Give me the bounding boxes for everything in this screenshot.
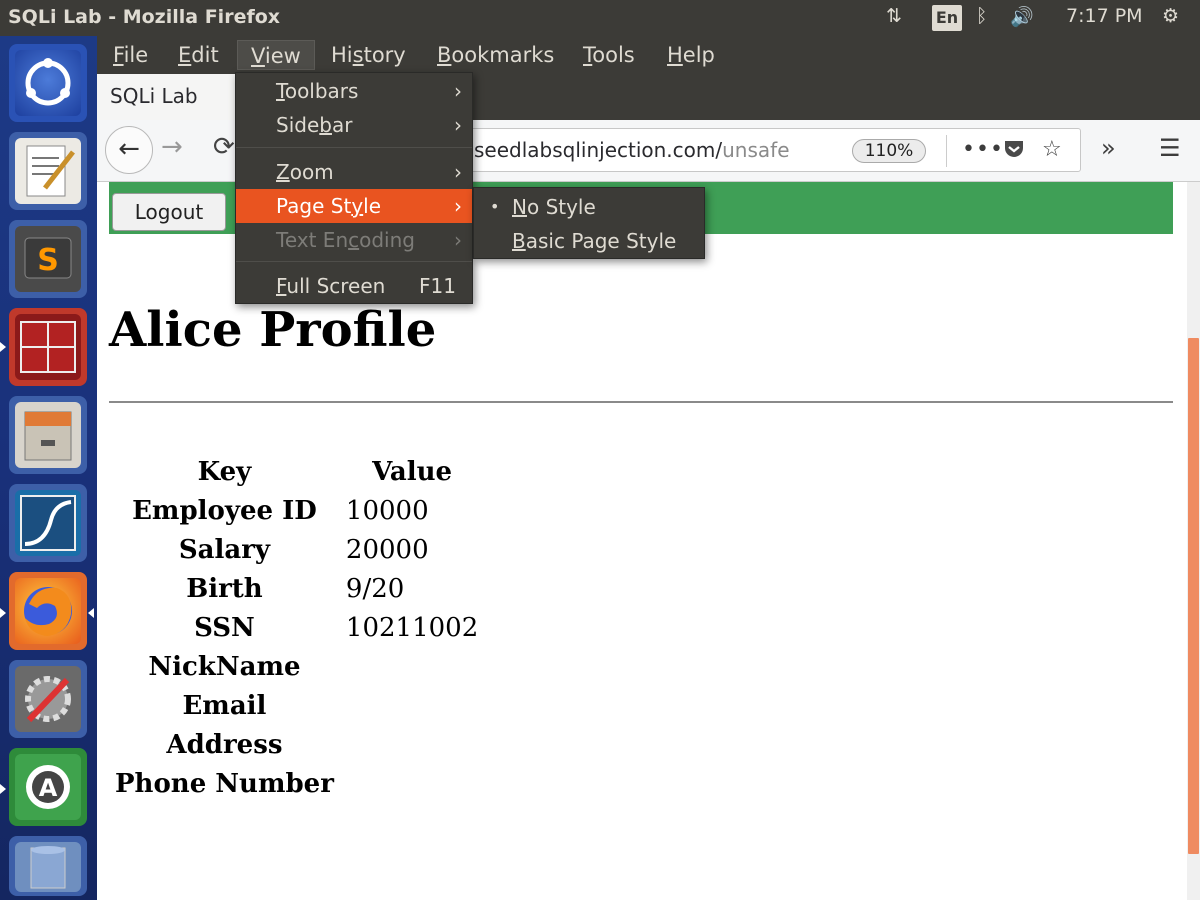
menu-item-toolbars[interactable]: Toolbars › xyxy=(236,74,472,108)
running-indicator xyxy=(0,784,6,794)
running-indicator xyxy=(0,342,6,352)
window-title: SQLi Lab - Mozilla Firefox xyxy=(8,6,281,28)
forward-button[interactable]: → xyxy=(161,132,183,162)
menu-separator xyxy=(236,147,472,148)
horizontal-rule xyxy=(109,401,1173,403)
system-settings-icon[interactable] xyxy=(9,660,87,738)
bluetooth-icon[interactable]: ᛒ xyxy=(976,5,987,27)
menu-item-zoom[interactable]: Zoom › xyxy=(236,155,472,189)
menu-item-no-style[interactable]: • No Style xyxy=(474,190,704,224)
menubar: File Edit View History Bookmarks Tools H… xyxy=(97,36,1200,74)
radio-bullet-icon: • xyxy=(490,197,500,216)
row-key: Birth xyxy=(186,573,263,604)
menu-bookmarks[interactable]: Bookmarks xyxy=(424,40,567,70)
reload-button[interactable]: ⟳ xyxy=(213,132,235,162)
column-header-key: Key xyxy=(197,456,252,487)
table-row: Employee ID 10000 xyxy=(109,491,484,530)
row-value xyxy=(340,725,484,764)
menu-edit[interactable]: Edit xyxy=(165,40,232,70)
profile-table: Key Value Employee ID 10000 Salary 20000 B… xyxy=(109,452,484,803)
table-row: SSN 10211002 xyxy=(109,608,484,647)
page-scrollbar[interactable] xyxy=(1187,182,1200,900)
menu-tools[interactable]: Tools xyxy=(570,40,648,70)
svg-text:A: A xyxy=(39,774,58,802)
software-updater-icon[interactable]: A xyxy=(9,748,87,826)
table-row: Salary 20000 xyxy=(109,530,484,569)
chevron-right-icon: › xyxy=(454,113,462,137)
row-value: 20000 xyxy=(345,534,429,565)
row-key: Address xyxy=(166,729,283,760)
menu-history[interactable]: History xyxy=(318,40,419,70)
row-value: 9/20 xyxy=(345,573,405,604)
chevron-right-icon: › xyxy=(454,194,462,218)
row-value: 10000 xyxy=(345,495,429,526)
table-row: Address xyxy=(109,725,484,764)
row-key: Email xyxy=(182,690,267,721)
trash-icon[interactable] xyxy=(9,836,87,896)
clock[interactable]: 7:17 PM xyxy=(1066,5,1143,27)
page-actions-icon[interactable]: ••• xyxy=(962,137,1004,162)
view-menu-dropdown: Toolbars › Sidebar › Zoom › Page Style › Tex… xyxy=(235,72,473,304)
row-key: Phone Number xyxy=(115,768,334,799)
firefox-icon[interactable] xyxy=(9,572,87,650)
ubuntu-dash-icon[interactable] xyxy=(9,44,87,122)
chevron-right-icon: › xyxy=(454,228,462,252)
active-indicator xyxy=(88,608,94,618)
shortcut-label: F11 xyxy=(419,274,456,298)
scrollbar-thumb[interactable] xyxy=(1188,338,1199,854)
overflow-chevron-icon[interactable]: » xyxy=(1101,134,1116,162)
text-editor-icon[interactable] xyxy=(9,132,87,210)
keyboard-layout-indicator[interactable]: En xyxy=(932,5,962,31)
sublime-text-icon[interactable]: S xyxy=(9,220,87,298)
pocket-icon[interactable] xyxy=(1002,137,1026,167)
launcher: S A xyxy=(0,36,97,900)
back-button[interactable]: ← xyxy=(105,126,153,174)
row-key: Employee ID xyxy=(132,495,317,526)
logout-button[interactable]: Logout xyxy=(112,193,226,231)
menu-item-sidebar[interactable]: Sidebar › xyxy=(236,108,472,142)
menu-view[interactable]: View xyxy=(237,40,315,70)
zoom-level-button[interactable]: 110% xyxy=(852,139,926,163)
menu-item-basic-page-style[interactable]: Basic Page Style xyxy=(474,224,704,258)
running-indicator xyxy=(0,608,6,618)
bookmark-star-icon[interactable]: ☆ xyxy=(1042,137,1062,162)
row-value xyxy=(340,764,484,803)
hamburger-menu-icon[interactable]: ☰ xyxy=(1159,134,1181,162)
chevron-right-icon: › xyxy=(454,160,462,184)
table-row: Birth 9/20 xyxy=(109,569,484,608)
file-manager-icon[interactable] xyxy=(9,396,87,474)
row-value xyxy=(340,647,484,686)
row-value: 10211002 xyxy=(345,612,479,643)
svg-text:S: S xyxy=(37,243,59,278)
network-icon[interactable]: ⇅ xyxy=(886,5,902,27)
wireshark-icon[interactable] xyxy=(9,484,87,562)
page-style-submenu: • No Style Basic Page Style xyxy=(473,187,705,259)
menu-item-full-screen[interactable]: Full Screen F11 xyxy=(236,269,472,303)
table-row: Phone Number xyxy=(109,764,484,803)
page-title: Alice Profile xyxy=(109,302,437,358)
url-separator xyxy=(946,135,947,167)
top-panel: SQLi Lab - Mozilla Firefox ⇅ En ᛒ 🔊 7:17… xyxy=(0,0,1200,36)
volume-icon[interactable]: 🔊 xyxy=(1010,5,1034,28)
settings-gear-icon[interactable]: ⚙ xyxy=(1162,5,1179,27)
menu-help[interactable]: Help xyxy=(654,40,728,70)
row-key: SSN xyxy=(194,612,255,643)
menu-file[interactable]: File xyxy=(100,40,161,70)
menu-item-text-encoding: Text Encoding › xyxy=(236,223,472,257)
table-header-row: Key Value xyxy=(109,452,484,491)
column-header-value: Value xyxy=(372,456,453,487)
row-value xyxy=(340,686,484,725)
chevron-right-icon: › xyxy=(454,79,462,103)
row-key: Salary xyxy=(178,534,271,565)
table-row: Email xyxy=(109,686,484,725)
terminator-icon[interactable] xyxy=(9,308,87,386)
menu-item-page-style[interactable]: Page Style › xyxy=(236,189,472,223)
url-text[interactable]: seedlabsqlinjection.com/unsafe xyxy=(474,138,804,162)
row-key: NickName xyxy=(148,651,301,682)
menu-separator xyxy=(236,261,472,262)
table-row: NickName xyxy=(109,647,484,686)
